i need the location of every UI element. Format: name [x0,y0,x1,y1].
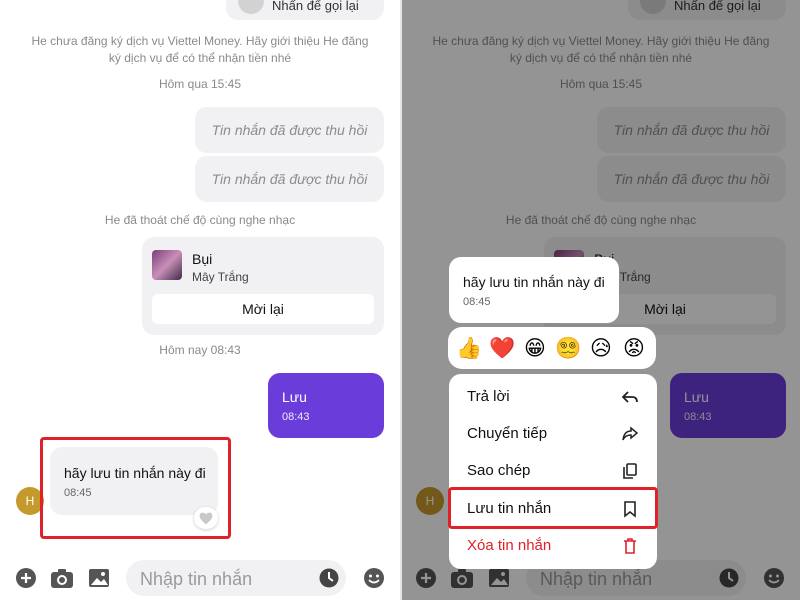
message-text: Lưu [282,389,307,405]
context-menu: Trả lời Chuyển tiếp Sao chép Lưu tin nhắ… [449,374,657,569]
reaction-sad[interactable]: 😥 [588,336,614,362]
system-notice: He chưa đăng ký dịch vụ Viettel Money. H… [31,34,369,65]
recalled-message[interactable]: Tin nhắn đã được thu hồi [195,156,384,202]
input-placeholder: Nhập tin nhắn [140,569,253,589]
image-icon[interactable] [87,566,111,590]
music-notice: He đã thoát chế độ cùng nghe nhạc [104,213,296,227]
phone-icon [238,0,264,14]
reinvite-button[interactable]: Mời lại [152,294,374,324]
menu-copy[interactable]: Sao chép [449,452,657,490]
message-input[interactable]: Nhập tin nhắn [126,560,346,596]
time-separator: Hôm nay 08:43 [159,343,241,357]
highlight-box [448,487,658,529]
camera-icon[interactable] [50,566,74,590]
menu-forward[interactable]: Chuyển tiếp [449,415,657,453]
message-time: 08:45 [463,296,491,308]
time-separator: Hôm qua 15:45 [158,77,242,91]
reply-icon [621,391,638,403]
menu-copy-label: Sao chép [467,462,531,479]
chat-panel-left: Nhấn để gọi lại He chưa đăng ký dịch vụ … [0,0,400,600]
add-icon[interactable] [14,566,38,590]
menu-forward-label: Chuyển tiếp [467,425,548,442]
music-artist: Mây Trắng [192,270,249,284]
message-text: hãy lưu tin nhắn này đi [463,274,605,290]
trash-icon [624,538,636,554]
forward-icon [622,426,639,441]
reaction-grin[interactable]: 😁 [522,336,548,362]
recalled-text: Tin nhắn đã được thu hồi [211,171,368,187]
recalled-message[interactable]: Tin nhắn đã được thu hồi [195,107,384,153]
menu-delete[interactable]: Xóa tin nhắn [449,527,657,565]
message-preview: hãy lưu tin nhắn này đi 08:45 [449,257,619,323]
reaction-heart[interactable]: ❤️ [489,336,515,362]
chat-panel-right: Nhấn để gọi lại He chưa đăng ký dịch vụ … [402,0,800,600]
music-card[interactable]: Bụi Mây Trắng Mời lại [142,237,384,335]
message-time: 08:43 [282,411,310,423]
outgoing-message[interactable]: Lưu 08:43 [268,373,384,438]
recalled-text: Tin nhắn đã được thu hồi [211,122,368,138]
copy-icon [623,463,637,479]
call-back-card[interactable]: Nhấn để gọi lại [226,0,384,20]
menu-delete-label: Xóa tin nhắn [467,537,552,554]
music-title: Bụi [192,251,213,267]
input-bar: Nhập tin nhắn [0,556,400,600]
reaction-dizzy[interactable]: 😵‍💫 [555,336,581,362]
menu-reply-label: Trả lời [467,388,510,405]
clock-icon[interactable] [319,568,339,593]
reaction-like[interactable]: 👍 [456,336,482,362]
call-back-label: Nhấn để gọi lại [272,0,359,13]
album-art [152,250,182,280]
highlight-box [40,437,231,539]
menu-reply[interactable]: Trả lời [449,378,657,416]
reaction-bar: 👍 ❤️ 😁 😵‍💫 😥 😡 [448,327,656,369]
emoji-icon[interactable] [362,566,386,590]
reaction-angry[interactable]: 😡 [621,336,647,362]
